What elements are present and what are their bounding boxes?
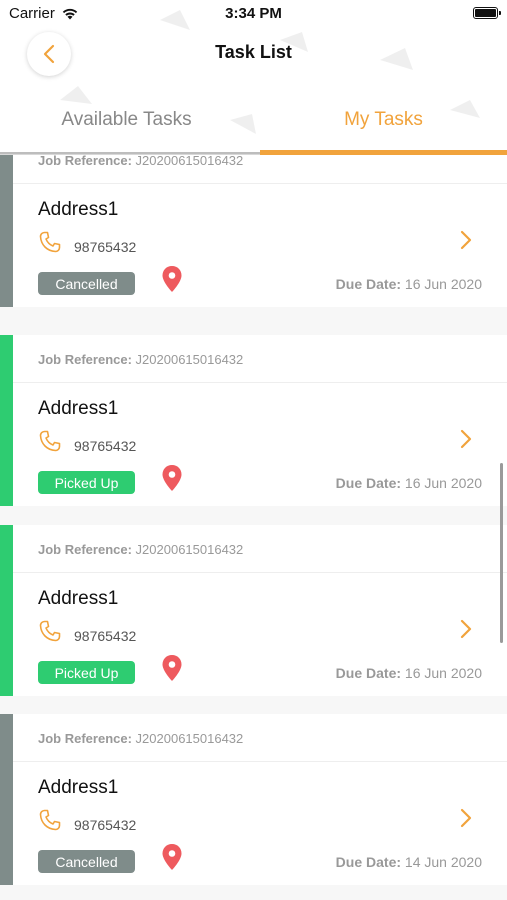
status-bar-indicator <box>0 155 13 307</box>
task-address: Address1 <box>38 777 119 798</box>
phone-icon[interactable] <box>38 230 62 254</box>
tab-available-tasks[interactable]: Available Tasks <box>0 86 253 154</box>
phone-number[interactable]: 98765432 <box>74 239 136 255</box>
due-date: Due Date: 16 Jun 2020 <box>336 665 482 681</box>
map-pin-icon[interactable] <box>161 265 183 293</box>
map-pin-icon[interactable] <box>161 464 183 492</box>
job-reference: Job Reference: J20200615016432 <box>38 731 243 746</box>
divider <box>13 382 507 383</box>
task-card[interactable]: Job Reference: J20200615016432 Address1 … <box>0 714 507 885</box>
chevron-right-icon[interactable] <box>459 618 473 640</box>
tab-divider <box>0 152 260 154</box>
job-reference-label: Job Reference: <box>38 155 132 168</box>
due-date-value: 16 Jun 2020 <box>404 276 482 292</box>
tab-bar: Available Tasks My Tasks <box>0 86 507 155</box>
page-title: Task List <box>215 42 292 62</box>
job-reference-label: Job Reference: <box>38 352 132 367</box>
status-bar: Carrier 3:34 PM <box>0 0 507 28</box>
map-pin-icon[interactable] <box>161 843 183 871</box>
phone-number[interactable]: 98765432 <box>74 628 136 644</box>
phone-number[interactable]: 98765432 <box>74 817 136 833</box>
job-reference: Job Reference: J20200615016432 <box>38 542 243 557</box>
job-reference: Job Reference: J20200615016432 <box>38 155 243 168</box>
clock: 3:34 PM <box>225 5 282 22</box>
task-address: Address1 <box>38 588 119 609</box>
map-pin-icon[interactable] <box>161 654 183 682</box>
task-card[interactable]: Job Reference: J20200615016432 Address1 … <box>0 525 507 696</box>
status-badge: Picked Up <box>38 661 135 684</box>
chevron-right-icon[interactable] <box>459 229 473 251</box>
phone-number[interactable]: 98765432 <box>74 438 136 454</box>
due-date: Due Date: 16 Jun 2020 <box>336 276 482 292</box>
status-badge: Cancelled <box>38 850 135 873</box>
chevron-right-icon[interactable] <box>459 428 473 450</box>
job-reference-label: Job Reference: <box>38 731 132 746</box>
due-date-value: 14 Jun 2020 <box>404 854 482 870</box>
job-reference: Job Reference: J20200615016432 <box>38 352 243 367</box>
due-date-label: Due Date: <box>335 475 402 491</box>
divider <box>13 761 507 762</box>
status-bar-indicator <box>0 714 13 885</box>
phone-icon[interactable] <box>38 619 62 643</box>
navigation-bar: Task List <box>0 28 507 86</box>
job-reference-value: J20200615016432 <box>135 731 244 746</box>
due-date: Due Date: 16 Jun 2020 <box>336 475 482 491</box>
phone-icon[interactable] <box>38 429 62 453</box>
job-reference-value: J20200615016432 <box>135 155 244 168</box>
job-reference-value: J20200615016432 <box>135 352 244 367</box>
battery-icon <box>473 7 501 19</box>
scrollbar[interactable] <box>500 463 503 643</box>
status-badge: Picked Up <box>38 471 135 494</box>
status-badge: Cancelled <box>38 272 135 295</box>
tab-my-tasks[interactable]: My Tasks <box>260 86 507 154</box>
task-address: Address1 <box>38 199 119 220</box>
task-list[interactable]: Job Reference: J20200615016432 Address1 … <box>0 155 507 900</box>
status-bar-indicator <box>0 525 13 696</box>
task-address: Address1 <box>38 398 119 419</box>
chevron-right-icon[interactable] <box>459 807 473 829</box>
job-reference-label: Job Reference: <box>38 542 132 557</box>
due-date-label: Due Date: <box>335 665 402 681</box>
phone-icon[interactable] <box>38 808 62 832</box>
task-card[interactable]: Job Reference: J20200615016432 Address1 … <box>0 155 507 307</box>
task-card[interactable]: Job Reference: J20200615016432 Address1 … <box>0 335 507 506</box>
due-date-value: 16 Jun 2020 <box>404 665 482 681</box>
divider <box>13 183 507 184</box>
job-reference-value: J20200615016432 <box>135 542 244 557</box>
due-date-value: 16 Jun 2020 <box>404 475 482 491</box>
divider <box>13 572 507 573</box>
status-bar-indicator <box>0 335 13 506</box>
due-date-label: Due Date: <box>335 854 402 870</box>
due-date: Due Date: 14 Jun 2020 <box>336 854 482 870</box>
due-date-label: Due Date: <box>335 276 402 292</box>
